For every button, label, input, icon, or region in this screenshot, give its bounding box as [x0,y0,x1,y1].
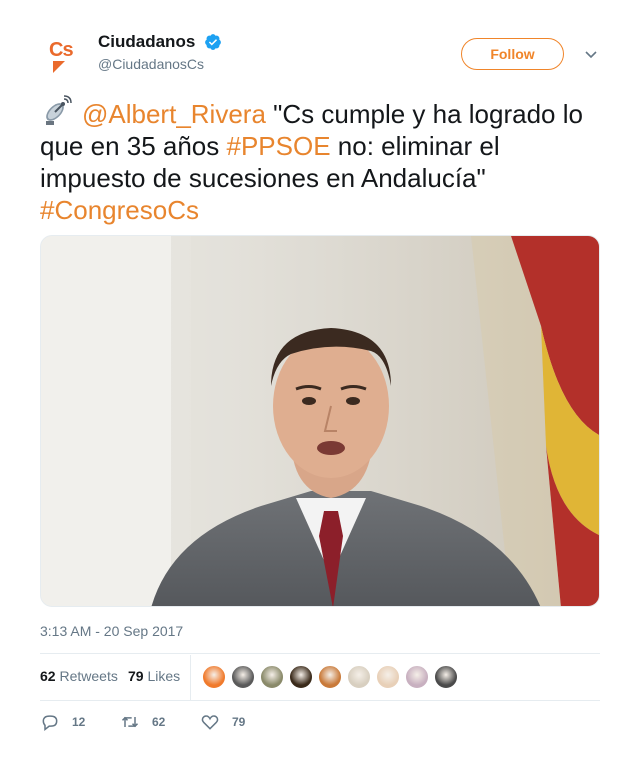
reply-button[interactable]: 12 [40,710,85,734]
tweet-text: @Albert_Rivera "Cs cumple y ha logrado l… [40,95,605,226]
hashtag-link-ppsoe[interactable]: #PPSOE [227,131,331,161]
avatar-text: Cs [49,39,74,61]
display-name[interactable]: Ciudadanos [98,32,195,52]
satellite-antenna-icon [46,95,72,125]
account-info[interactable]: Ciudadanos @CiudadanosCs [98,32,222,72]
retweet-icon [121,716,139,728]
reply-count: 12 [72,715,86,729]
stats-separator [190,655,191,700]
liker-avatar[interactable] [260,665,284,689]
liker-avatar[interactable] [318,665,342,689]
chevron-down-icon[interactable] [583,46,599,62]
tweet-header: Cs Ciudadanos @CiudadanosCs Follow [40,30,600,80]
follow-button[interactable]: Follow [461,38,564,70]
retweet-count: 62 [152,715,166,729]
avatar[interactable]: Cs [40,30,90,80]
reply-icon [42,715,58,732]
likes-stat[interactable]: 79 Likes [128,668,180,684]
tweet-actions: 12 62 79 [40,710,600,736]
likes-count: 79 [128,668,144,684]
like-button[interactable]: 79 [200,710,245,734]
divider [40,653,600,654]
handle: @CiudadanosCs [98,56,205,72]
like-count: 79 [232,715,246,729]
mention-link[interactable]: @Albert_Rivera [82,99,266,129]
liker-avatar[interactable] [202,665,226,689]
liker-avatar[interactable] [376,665,400,689]
retweets-stat[interactable]: 62 Retweets [40,668,118,684]
retweet-button[interactable]: 62 [120,710,165,734]
engagement-stats: 62 Retweets 79 Likes [40,655,600,700]
retweets-count: 62 [40,668,56,684]
photo-illustration [41,236,599,606]
liker-avatar[interactable] [347,665,371,689]
tweet-timestamp[interactable]: 3:13 AM - 20 Sep 2017 [40,623,183,639]
divider [40,700,600,701]
ciudadanos-logo-icon: Cs [47,37,83,73]
heart-icon [201,715,219,730]
liker-avatar[interactable] [289,665,313,689]
tweet-photo[interactable] [40,235,600,607]
verified-badge-icon [204,34,221,50]
hashtag-link-congresocs[interactable]: #CongresoCs [40,195,199,225]
liker-avatar[interactable] [405,665,429,689]
liker-avatar[interactable] [434,665,458,689]
liker-avatar[interactable] [231,665,255,689]
retweets-label: Retweets [59,668,118,684]
likes-label: Likes [147,668,181,684]
